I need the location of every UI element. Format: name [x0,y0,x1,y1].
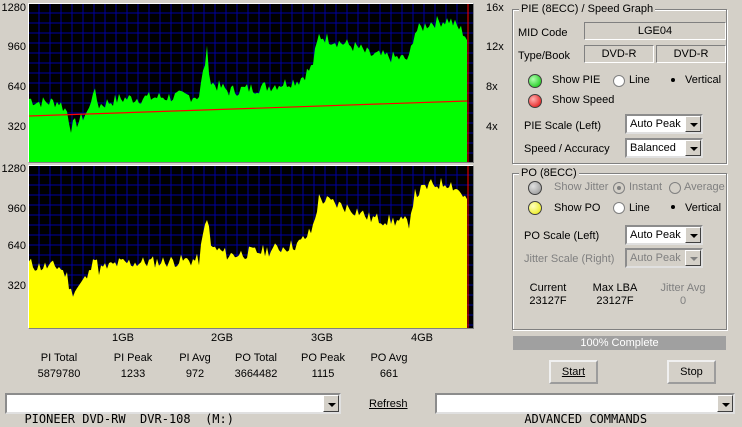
jitter-avg: Jitter Avg 0 [660,282,706,307]
chevron-down-icon[interactable] [685,116,701,132]
stop-button[interactable]: Stop [667,360,716,384]
speed-y-tick: 16x [486,2,504,14]
speed-y-tick: 12x [486,41,504,53]
max-lba: Max LBA 23127F [592,282,638,307]
show-jitter-checkbox[interactable]: Show Jitter [554,181,608,193]
stat-po-total: PO Total 3664482 [234,352,278,380]
stat-po-peak: PO Peak 1115 [300,352,346,380]
pie-vertical-label: Vertical [685,74,722,86]
jitter-color-indicator [528,181,542,195]
pie-speed-graph [28,3,474,163]
pie-speed-panel: PIE (8ECC) / Speed Graph MID Code LGE04 … [512,3,727,164]
po-color-indicator [528,201,542,215]
po-vertical-label: Vertical [685,202,722,214]
stat-pi-total: PI Total 5879780 [37,352,81,380]
po-line-radio[interactable] [613,202,625,214]
speed-y-tick: 4x [486,121,498,133]
pie-scale-select[interactable]: Auto Peak [625,114,703,134]
speed-y-tick: 8x [486,81,498,93]
show-speed-checkbox[interactable]: Show Speed [552,94,614,106]
stat-pi-avg: PI Avg 972 [179,352,211,380]
pie-y-tick: 1280 [1,2,26,14]
type-value: DVD-R [584,45,654,63]
chevron-down-icon[interactable] [685,227,701,243]
pie-color-indicator [528,74,542,88]
scan-progress-bar: 100% Complete [513,336,726,350]
x-tick: 2GB [211,332,234,344]
po-y-tick: 960 [7,203,26,215]
speed-accuracy-label: Speed / Accuracy [524,143,610,155]
speed-color-indicator [528,94,542,108]
advanced-commands-select[interactable]: ADVANCED COMMANDS [435,393,735,426]
po-line-label: Line [629,202,650,214]
refresh-button[interactable]: Refresh [369,398,408,410]
speed-accuracy-select[interactable]: Balanced [625,138,703,158]
x-tick: 3GB [311,332,334,344]
jitter-scale-select[interactable]: Auto Peak [625,248,703,268]
po-graph [28,165,474,329]
chevron-down-icon[interactable] [717,395,733,412]
po-scale-select[interactable]: Auto Peak [625,225,703,245]
type-book-label: Type/Book [518,50,570,62]
chevron-down-icon[interactable] [685,250,701,266]
show-po-checkbox[interactable]: Show PO [554,202,600,214]
po-vertical-radio[interactable] [668,202,680,214]
po-y-tick: 320 [7,280,26,292]
po-panel-title: PO (8ECC) [519,167,579,179]
jitter-scale-label: Jitter Scale (Right) [524,253,615,265]
mid-code-value: LGE04 [584,22,726,40]
stat-pi-peak: PI Peak 1233 [113,352,153,380]
po-y-tick: 640 [7,240,26,252]
pie-vertical-radio[interactable] [668,75,680,87]
mid-code-label: MID Code [518,27,568,39]
stat-po-avg: PO Avg 661 [370,352,408,380]
show-pie-checkbox[interactable]: Show PIE [552,74,600,86]
jitter-instant-radio[interactable] [613,182,625,194]
chevron-down-icon[interactable] [323,395,339,412]
pie-y-tick: 320 [7,121,26,133]
pie-line-label: Line [629,74,650,86]
po-panel: PO (8ECC) Show Jitter Instant Average Sh… [512,167,727,330]
chevron-down-icon[interactable] [685,140,701,156]
jitter-instant-label: Instant [629,181,663,193]
jitter-average-radio[interactable] [669,182,681,194]
drive-select[interactable]: PIONEER DVD-RW DVR-108 (M:) [5,393,341,426]
x-tick: 1GB [112,332,135,344]
po-y-tick: 1280 [1,163,26,175]
jitter-average-label: Average [684,181,725,193]
pie-line-radio[interactable] [613,75,625,87]
pie-panel-title: PIE (8ECC) / Speed Graph [519,3,656,15]
pie-y-tick: 960 [7,41,26,53]
pie-y-tick: 640 [7,81,26,93]
current-lba: Current 23127F [529,282,567,307]
book-value: DVD-R [656,45,726,63]
x-tick: 4GB [411,332,434,344]
start-button[interactable]: Start [549,360,598,384]
po-scale-label: PO Scale (Left) [524,230,600,242]
pie-scale-label: PIE Scale (Left) [524,120,602,132]
